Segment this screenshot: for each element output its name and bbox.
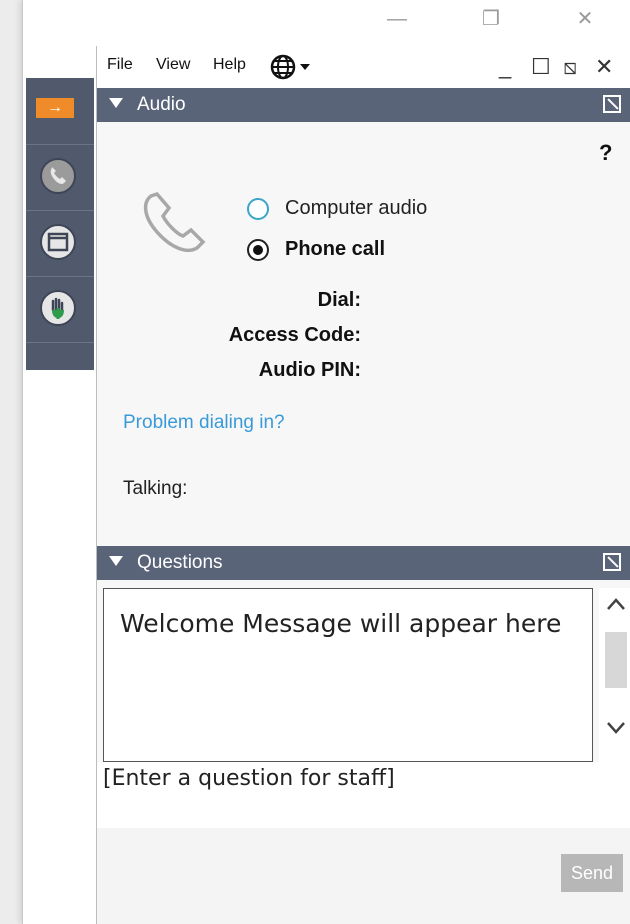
panel-minimize-button[interactable]: _	[499, 54, 511, 80]
language-globe-icon[interactable]	[269, 52, 315, 87]
dial-label: Dial:	[317, 289, 361, 311]
questions-scrollbar[interactable]	[599, 588, 630, 762]
panel-maximize-button[interactable]: ☐	[531, 54, 551, 80]
collapse-triangle-icon[interactable]	[109, 556, 123, 566]
audio-pin-label: Audio PIN:	[258, 359, 361, 381]
phone-icon	[40, 158, 76, 194]
scroll-up-icon[interactable]	[605, 594, 627, 621]
questions-section-title: Questions	[137, 552, 223, 573]
collapse-triangle-icon[interactable]	[109, 98, 123, 108]
question-input-field[interactable]: [Enter a question for staff]	[97, 762, 630, 828]
computer-audio-radio[interactable]	[247, 198, 269, 220]
questions-popout-icon[interactable]	[603, 553, 621, 571]
panel-close-button[interactable]: ✕	[595, 54, 613, 80]
menu-file[interactable]: File	[107, 56, 133, 74]
send-button[interactable]: Send	[561, 854, 623, 892]
gotowebinar-panel: File View Help _ ☐ ⧅ ✕ Audio ? Computer …	[96, 46, 630, 924]
panel-popout-button[interactable]: ⧅	[563, 54, 577, 80]
window-icon	[40, 224, 76, 260]
window-maximize-button[interactable]: ❐	[471, 6, 511, 32]
phone-call-radio[interactable]	[247, 239, 269, 261]
access-code-label: Access Code:	[228, 324, 361, 346]
questions-log: Welcome Message will appear here	[103, 588, 593, 762]
window-close-button[interactable]: ✕	[565, 6, 605, 32]
outer-titlebar: — ❐ ✕	[23, 0, 630, 40]
phone-call-label[interactable]: Phone call	[285, 238, 385, 261]
hand-icon	[40, 290, 76, 326]
menu-help[interactable]: Help	[213, 56, 246, 74]
audio-section-header[interactable]: Audio	[97, 88, 630, 122]
problem-dialing-link[interactable]: Problem dialing in?	[123, 412, 285, 434]
sidebar: →	[26, 78, 94, 370]
sidebar-item-raise-hand[interactable]	[26, 276, 94, 343]
computer-audio-label[interactable]: Computer audio	[285, 197, 427, 220]
arrow-icon[interactable]: →	[36, 98, 74, 118]
question-input-area[interactable]: [Enter a question for staff] Send	[97, 762, 630, 924]
questions-section-header[interactable]: Questions	[97, 546, 630, 580]
scroll-thumb[interactable]	[605, 632, 627, 688]
question-input-placeholder: [Enter a question for staff]	[103, 766, 395, 791]
menu-bar: File View Help _ ☐ ⧅ ✕	[97, 46, 630, 88]
window-minimize-button[interactable]: —	[377, 6, 417, 32]
talking-label: Talking:	[123, 478, 188, 499]
menu-view[interactable]: View	[156, 56, 190, 74]
help-icon[interactable]: ?	[599, 140, 612, 166]
phone-handset-icon	[137, 190, 211, 263]
scroll-down-icon[interactable]	[605, 716, 627, 743]
audio-popout-icon[interactable]	[603, 95, 621, 113]
audio-panel: ? Computer audio Phone call Dial: Access…	[97, 126, 630, 546]
sidebar-collapse[interactable]: →	[26, 78, 94, 145]
welcome-message: Welcome Message will appear here	[120, 609, 562, 638]
sidebar-item-audio[interactable]	[26, 144, 94, 211]
sidebar-item-screen[interactable]	[26, 210, 94, 277]
audio-section-title: Audio	[137, 94, 186, 115]
